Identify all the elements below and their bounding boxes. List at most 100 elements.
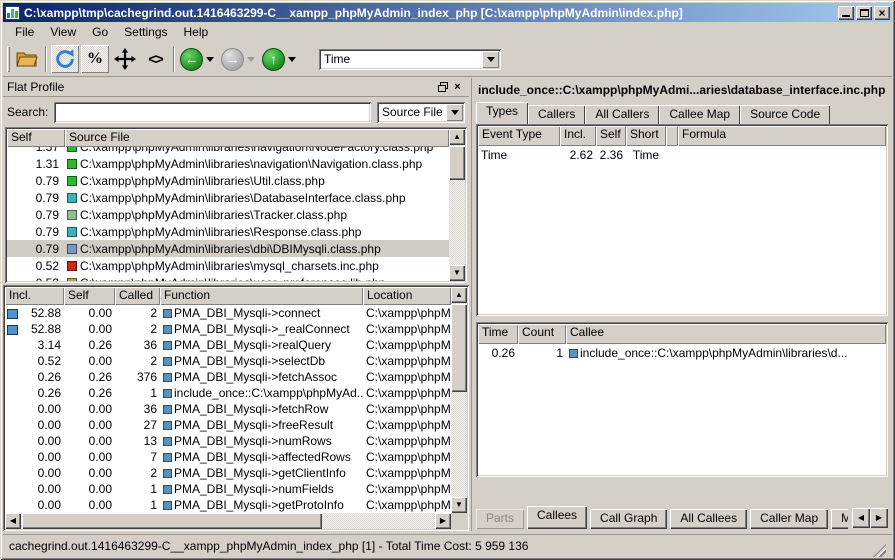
scroll-left-button[interactable]: ◀ [5, 513, 21, 529]
function-row[interactable]: 0.000.0036PMA_DBI_Mysqli->fetchRowC:\xam… [5, 401, 451, 417]
scroll-down-button[interactable]: ▼ [451, 497, 467, 513]
file-row[interactable]: 0.79C:\xampp\phpMyAdmin\libraries\dbi\DB… [7, 240, 449, 257]
resize-grip[interactable] [873, 544, 886, 557]
back-button[interactable]: ← [180, 48, 203, 71]
column-header[interactable]: Incl. [5, 287, 64, 305]
cycle-groups-button[interactable] [51, 45, 79, 73]
event-type-dropdown-button[interactable] [482, 51, 499, 68]
bottom-tab-callees[interactable]: Callees [527, 506, 587, 529]
incl-cell: 52.88 [5, 322, 64, 336]
scroll-right-button[interactable]: ▶ [435, 513, 451, 529]
function-row[interactable]: 0.260.261include_once::C:\xampp\phpMyAd.… [5, 385, 451, 401]
close-button[interactable]: × [874, 6, 890, 20]
tab-callee-map[interactable]: Callee Map [659, 105, 740, 124]
function-row[interactable]: 0.000.0027PMA_DBI_Mysqli->freeResultC:\x… [5, 417, 451, 433]
bottom-tab-machine[interactable]: Machine [831, 509, 848, 529]
bottom-tab-call-graph[interactable]: Call Graph [590, 509, 667, 529]
menu-settings[interactable]: Settings [116, 23, 175, 41]
column-header[interactable]: Formula [678, 126, 886, 146]
column-header[interactable]: Event Type [478, 126, 560, 146]
column-header[interactable]: Called [115, 287, 160, 305]
column-header[interactable]: Incl. [560, 126, 596, 146]
file-row[interactable]: 0.79C:\xampp\phpMyAdmin\libraries\Tracke… [7, 206, 449, 223]
grouping-dropdown-button[interactable] [446, 104, 463, 121]
file-row[interactable]: 1.31C:\xampp\phpMyAdmin\libraries\naviga… [7, 155, 449, 172]
function-row[interactable]: 52.880.002PMA_DBI_Mysqli->connectC:\xamp… [5, 305, 451, 321]
maximize-button[interactable] [856, 6, 872, 20]
bottom-tab-caller-map[interactable]: Caller Map [750, 509, 828, 529]
function-table-vscrollbar[interactable]: ▲ ▼ [451, 287, 467, 513]
relative-percent-button[interactable]: % [81, 45, 109, 73]
function-row[interactable]: 0.520.002PMA_DBI_Mysqli->selectDbC:\xamp… [5, 353, 451, 369]
file-row[interactable]: 0.52C:\xampp\phpMyAdmin\libraries\user_p… [7, 274, 449, 281]
menu-view[interactable]: View [42, 23, 84, 41]
scroll-thumb[interactable] [22, 513, 322, 529]
tab-all-callers[interactable]: All Callers [585, 105, 659, 124]
tab-source-code[interactable]: Source Code [740, 105, 830, 124]
function-row[interactable]: 0.000.0013PMA_DBI_Mysqli->numRowsC:\xamp… [5, 433, 451, 449]
event-type-selector[interactable]: Time [319, 49, 501, 70]
toolbar-grip[interactable] [7, 46, 10, 72]
column-header[interactable]: Self [64, 287, 115, 305]
function-list: 52.880.002PMA_DBI_Mysqli->connectC:\xamp… [5, 305, 451, 513]
up-dropdown-caret[interactable] [288, 57, 296, 62]
column-header[interactable]: Short [626, 126, 666, 146]
grouping-selector[interactable]: Source File [377, 102, 465, 123]
open-file-button[interactable] [13, 45, 41, 73]
function-row[interactable]: 0.000.001PMA_DBI_Mysqli->numFieldsC:\xam… [5, 481, 451, 497]
tab-scroll-left-button[interactable]: ◀ [852, 508, 870, 528]
bottom-tab-all-callees[interactable]: All Callees [670, 509, 747, 529]
function-row[interactable]: 3.140.2636PMA_DBI_Mysqli->realQueryC:\xa… [5, 337, 451, 353]
minimize-button[interactable] [838, 6, 854, 20]
column-header[interactable]: Self [7, 129, 65, 147]
scroll-thumb[interactable] [449, 146, 465, 180]
self-cell: 0.00 [64, 418, 115, 432]
function-row[interactable]: 0.000.007PMA_DBI_Mysqli->affectedRowsC:\… [5, 449, 451, 465]
column-header[interactable]: Source File [65, 129, 449, 147]
function-row[interactable]: 0.000.001PMA_DBI_Mysqli->getProtoInfoC:\… [5, 497, 451, 513]
file-row[interactable]: 0.79C:\xampp\phpMyAdmin\libraries\Util.c… [7, 172, 449, 189]
menu-go[interactable]: Go [84, 23, 116, 41]
tab-scroll-right-button[interactable]: ▶ [870, 508, 888, 528]
function-row[interactable]: 52.880.002PMA_DBI_Mysqli->_realConnectC:… [5, 321, 451, 337]
file-row[interactable]: 0.79C:\xampp\phpMyAdmin\libraries\Respon… [7, 223, 449, 240]
float-panel-button[interactable] [435, 80, 450, 94]
up-button[interactable]: ↑ [262, 48, 285, 71]
self-cell: 0.00 [64, 482, 115, 496]
scroll-thumb[interactable] [451, 304, 467, 392]
function-row[interactable]: 0.000.002PMA_DBI_Mysqli->getClientInfoC:… [5, 465, 451, 481]
types-row[interactable]: Time2.622.36Time [478, 146, 886, 163]
function-row[interactable]: 0.260.26376PMA_DBI_Mysqli->fetchAssocC:\… [5, 369, 451, 385]
tab-types[interactable]: Types [476, 102, 528, 124]
scroll-down-button[interactable]: ▼ [449, 265, 465, 281]
bottom-tab-parts[interactable]: Parts [476, 509, 524, 529]
float-icon [438, 82, 448, 92]
column-header[interactable]: Count [518, 324, 566, 344]
close-panel-button[interactable]: × [450, 80, 465, 94]
column-header[interactable]: Location [363, 287, 451, 305]
move-button[interactable] [111, 45, 139, 73]
search-input[interactable] [54, 102, 371, 123]
function-table-hscrollbar[interactable]: ◀ ▶ [5, 513, 451, 529]
back-dropdown-caret[interactable] [206, 57, 214, 62]
types-table-header: Event TypeIncl.SelfShort Formula [478, 126, 886, 146]
file-row[interactable]: 0.52C:\xampp\phpMyAdmin\libraries\mysql_… [7, 257, 449, 274]
column-header[interactable]: Self [596, 126, 626, 146]
tab-callers[interactable]: Callers [528, 105, 585, 124]
title-bar[interactable]: C:\xampp\tmp\cachegrind.out.1416463299-C… [3, 3, 892, 22]
scroll-up-button[interactable]: ▲ [449, 129, 465, 145]
column-header[interactable]: Callee [566, 324, 886, 344]
file-row[interactable]: 0.79C:\xampp\phpMyAdmin\libraries\Databa… [7, 189, 449, 206]
forward-button[interactable]: → [221, 48, 244, 71]
column-header[interactable]: Function [160, 287, 363, 305]
shorten-templates-button[interactable]: <> [141, 45, 169, 73]
scroll-up-button[interactable]: ▲ [451, 287, 467, 303]
callee-row[interactable]: 0.261include_once::C:\xampp\phpMyAdmin\l… [478, 344, 886, 361]
column-header[interactable]: Time [478, 324, 518, 344]
file-list-scrollbar[interactable]: ▲ ▼ [449, 129, 465, 281]
menu-file[interactable]: File [7, 23, 42, 41]
menu-help[interactable]: Help [176, 23, 217, 41]
file-row[interactable]: 1.57C:\xampp\phpMyAdmin\libraries\naviga… [7, 147, 449, 155]
column-header[interactable] [666, 126, 678, 146]
forward-dropdown-caret[interactable] [247, 57, 255, 62]
